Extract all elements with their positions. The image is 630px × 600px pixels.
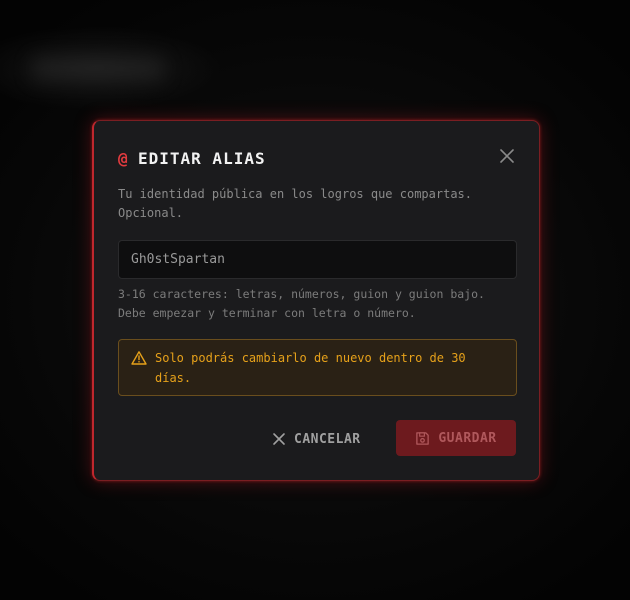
close-button[interactable] <box>498 147 516 165</box>
close-icon <box>500 149 514 163</box>
cancel-label: CANCELAR <box>294 431 361 447</box>
alias-input[interactable] <box>118 240 517 279</box>
dialog-description: Tu identidad pública en los logros que c… <box>118 187 473 220</box>
floppy-disk-icon <box>416 431 430 445</box>
dialog-header: @ EDITAR ALIAS <box>118 147 516 169</box>
blurred-background-title <box>32 58 164 80</box>
save-button[interactable]: GUARDAR <box>396 420 516 456</box>
warning-triangle-icon <box>131 351 147 365</box>
warning-text: Solo podrás cambiarlo de nuevo dentro de… <box>155 351 466 385</box>
cancel-button[interactable]: CANCELAR <box>272 427 361 451</box>
dialog-title: EDITAR ALIAS <box>138 148 266 168</box>
x-icon <box>273 433 285 445</box>
alias-hint: 3-16 caracteres: letras, números, guion … <box>118 287 485 320</box>
at-icon: @ <box>118 148 128 168</box>
edit-alias-dialog: @ EDITAR ALIAS Tu identidad pública en l… <box>92 120 540 481</box>
warning-banner: Solo podrás cambiarlo de nuevo dentro de… <box>118 339 517 396</box>
save-label: GUARDAR <box>438 430 497 446</box>
